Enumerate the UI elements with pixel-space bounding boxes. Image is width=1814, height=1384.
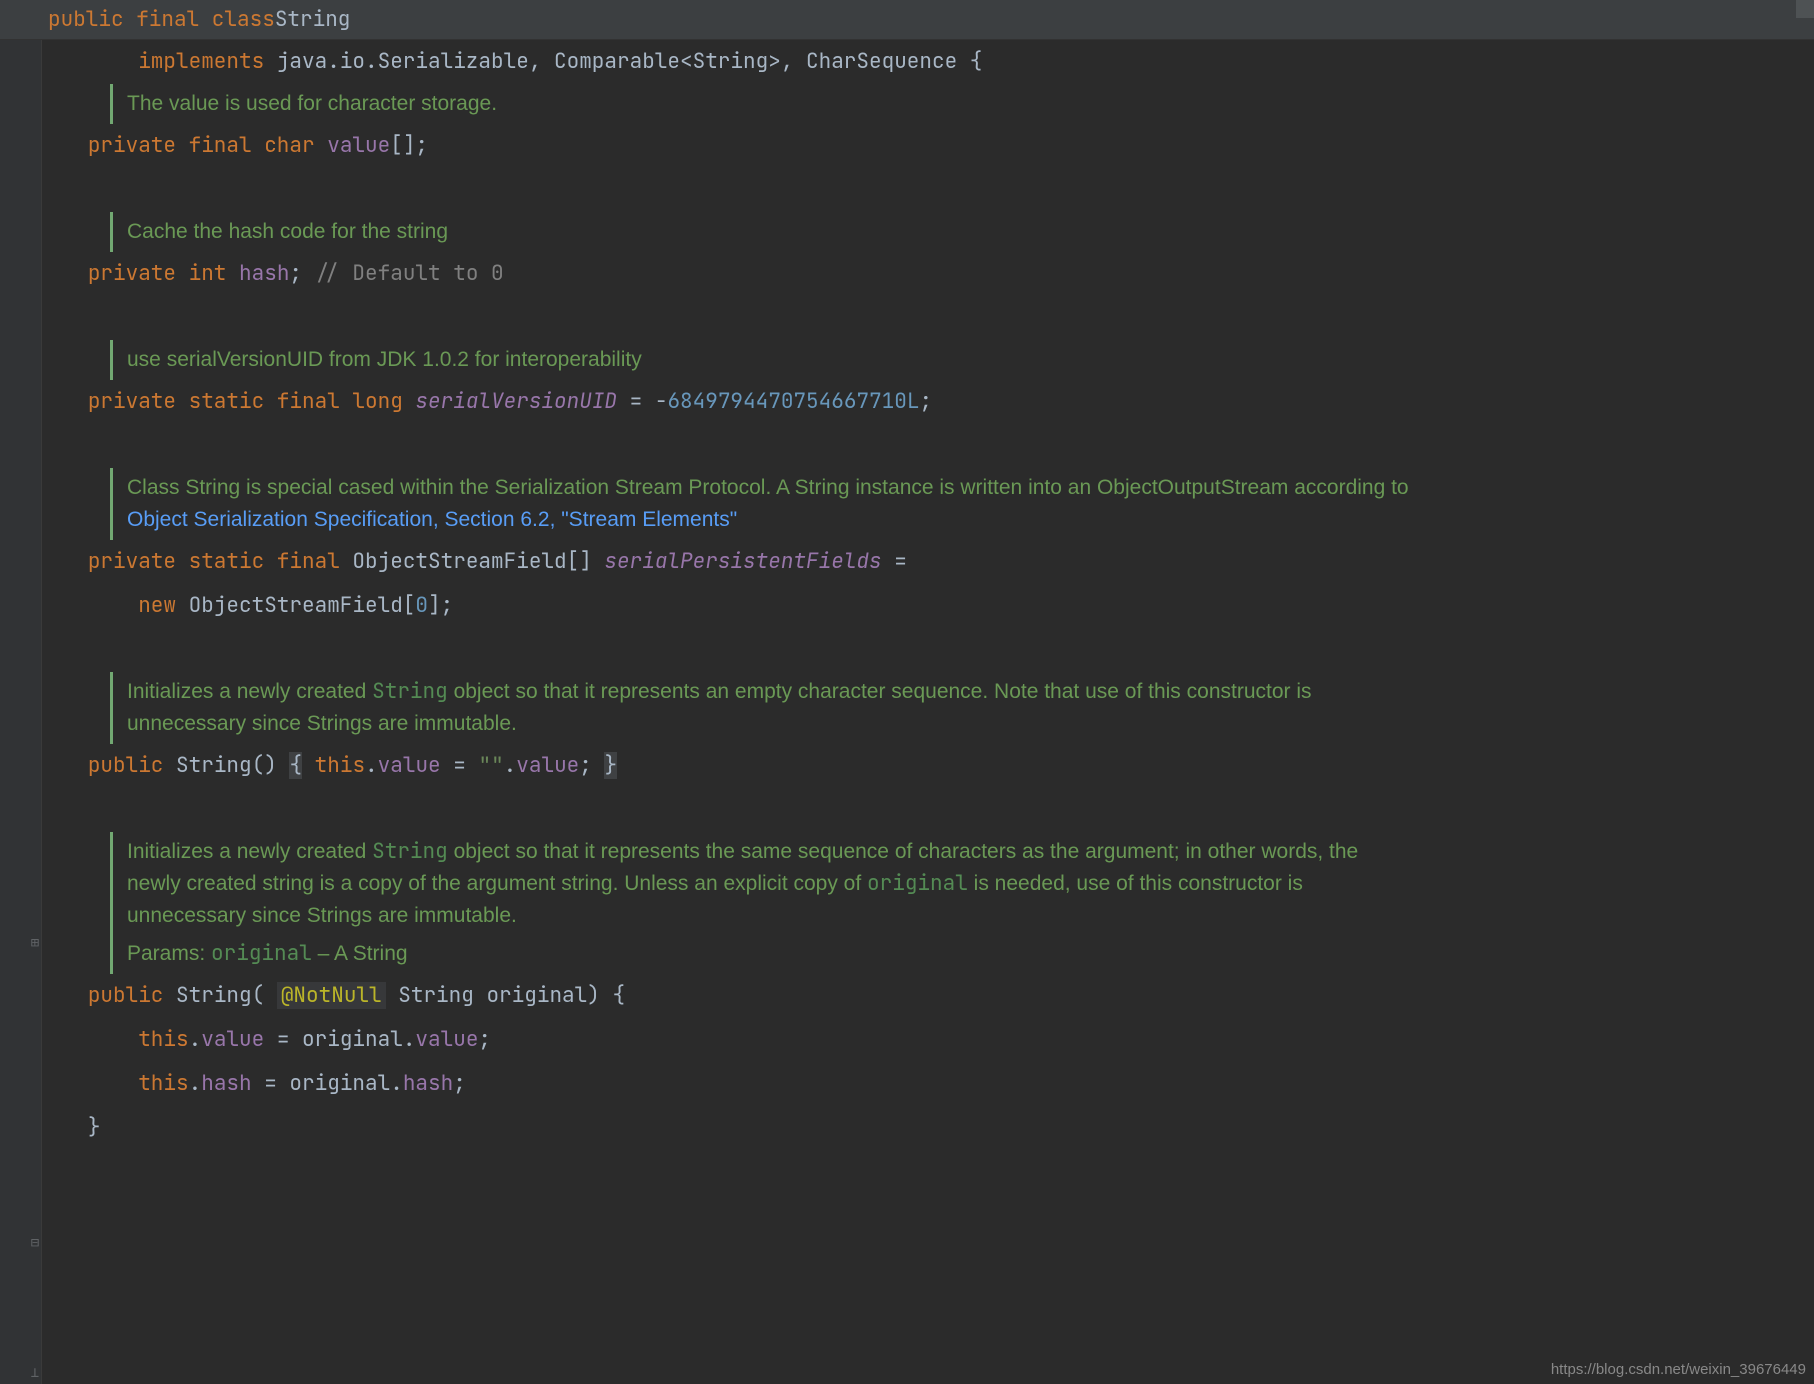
- annotation-notnull: @NotNull: [277, 982, 386, 1009]
- blank-line: [50, 788, 1814, 832]
- code-line: this.value = original.value;: [50, 1018, 1814, 1062]
- javadoc-comment: The value is used for character storage.: [110, 84, 1410, 124]
- code-line: private static final ObjectStreamField[]…: [50, 540, 1814, 584]
- code-line: implements java.io.Serializable, Compara…: [50, 40, 1814, 84]
- blank-line: [50, 424, 1814, 468]
- blank-line: [50, 628, 1814, 672]
- code-line: private int hash; // Default to 0: [50, 252, 1814, 296]
- breadcrumb-classname: String: [275, 6, 351, 33]
- javadoc-link[interactable]: Object Serialization Specification, Sect…: [127, 508, 737, 531]
- code-line: }: [50, 1106, 1814, 1150]
- code-line: private static final long serialVersionU…: [50, 380, 1814, 424]
- code-line: public String() { this.value = "".value;…: [50, 744, 1814, 788]
- code-editor[interactable]: implements java.io.Serializable, Compara…: [42, 40, 1814, 1384]
- code-line: new ObjectStreamField[0];: [50, 584, 1814, 628]
- breadcrumb[interactable]: public final class String: [0, 0, 1814, 40]
- code-line: public String( @NotNull String original)…: [50, 974, 1814, 1018]
- blank-line: [50, 296, 1814, 340]
- javadoc-comment: use serialVersionUID from JDK 1.0.2 for …: [110, 340, 1410, 380]
- scrollbar-corner[interactable]: [1796, 0, 1814, 18]
- watermark: https://blog.csdn.net/weixin_39676449: [1551, 1361, 1806, 1378]
- blank-line: [50, 168, 1814, 212]
- code-line: private final char value[];: [50, 124, 1814, 168]
- fold-end-icon[interactable]: ⊥: [28, 1366, 42, 1380]
- editor-gutter: ⊞ ⊟ ⊥: [0, 40, 42, 1384]
- code-line: this.hash = original.hash;: [50, 1062, 1814, 1106]
- javadoc-comment: Initializes a newly created String objec…: [110, 672, 1410, 744]
- fold-expand-icon[interactable]: ⊞: [28, 936, 42, 950]
- javadoc-comment: Class String is special cased within the…: [110, 468, 1410, 540]
- javadoc-comment: Initializes a newly created String objec…: [110, 832, 1410, 974]
- fold-collapse-icon[interactable]: ⊟: [28, 1236, 42, 1250]
- breadcrumb-modifiers: public final class: [48, 6, 275, 33]
- javadoc-comment: Cache the hash code for the string: [110, 212, 1410, 252]
